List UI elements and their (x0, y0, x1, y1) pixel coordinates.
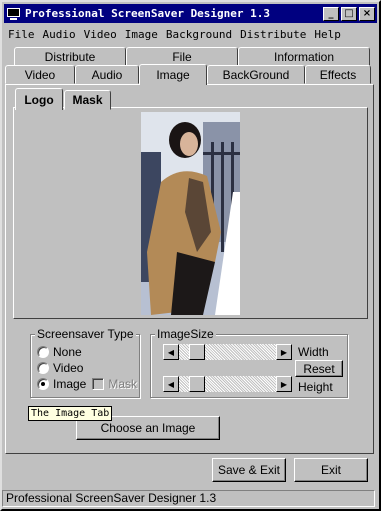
maximize-icon: □ (344, 8, 354, 19)
save-exit-button[interactable]: Save & Exit (212, 458, 286, 482)
height-left-arrow-icon[interactable]: ◀ (163, 376, 179, 392)
screensaver-type-title: Screensaver Type (35, 327, 136, 341)
menu-distribute[interactable]: Distribute (236, 28, 310, 41)
menu-image[interactable]: Image (121, 28, 162, 41)
tab-video[interactable]: Video (5, 65, 75, 84)
menu-bar: File Audio Video Image Background Distri… (4, 25, 377, 43)
width-scroll-track[interactable] (179, 344, 276, 360)
tab-image[interactable]: Image (139, 64, 207, 85)
width-left-arrow-icon[interactable]: ◀ (163, 344, 179, 360)
height-scroll-thumb[interactable] (189, 376, 205, 392)
logo-image-preview (141, 112, 240, 315)
tab-distribute[interactable]: Distribute (14, 47, 126, 66)
mask-checkbox-label: Mask (108, 377, 138, 391)
radio-image-dot[interactable] (37, 378, 49, 390)
title-bar[interactable]: Professional ScreenSaver Designer 1.3 _ … (4, 4, 377, 23)
menu-background[interactable]: Background (162, 28, 236, 41)
subtab-mask[interactable]: Mask (64, 90, 111, 110)
status-bar: Professional ScreenSaver Designer 1.3 (2, 490, 375, 507)
minimize-button[interactable]: _ (323, 6, 339, 21)
tooltip: The Image Tab (28, 406, 113, 421)
close-button[interactable]: × (359, 6, 375, 21)
menu-file[interactable]: File (4, 28, 39, 41)
monitor-icon[interactable] (6, 7, 22, 21)
height-scrollbar[interactable]: ◀ ▶ (163, 376, 292, 392)
width-right-arrow-icon[interactable]: ▶ (276, 344, 292, 360)
radio-image[interactable]: Image Mask (37, 377, 137, 391)
tab-audio[interactable]: Audio (75, 65, 139, 84)
menu-audio[interactable]: Audio (39, 28, 80, 41)
logo-image (141, 112, 240, 315)
radio-none-dot[interactable] (37, 346, 49, 358)
height-label: Height (298, 380, 333, 394)
radio-video[interactable]: Video (37, 361, 83, 375)
radio-video-label: Video (53, 361, 84, 375)
radio-image-label: Image (53, 377, 87, 391)
radio-none[interactable]: None (37, 345, 82, 359)
width-scroll-thumb[interactable] (189, 344, 205, 360)
menu-video[interactable]: Video (80, 28, 121, 41)
exit-button[interactable]: Exit (294, 458, 368, 482)
menu-help[interactable]: Help (310, 28, 345, 41)
radio-video-dot[interactable] (37, 362, 49, 374)
width-scrollbar[interactable]: ◀ ▶ (163, 344, 292, 360)
tab-information[interactable]: Information (238, 47, 370, 66)
close-icon: × (362, 8, 372, 19)
mask-checkbox[interactable] (92, 378, 105, 390)
tab-effects[interactable]: Effects (305, 65, 371, 84)
image-size-title: ImageSize (155, 327, 216, 341)
width-label: Width (298, 345, 329, 359)
height-right-arrow-icon[interactable]: ▶ (276, 376, 292, 392)
window-title: Professional ScreenSaver Designer 1.3 (25, 7, 271, 20)
radio-none-label: None (53, 345, 82, 359)
maximize-button[interactable]: □ (341, 6, 357, 21)
subtab-logo[interactable]: Logo (15, 88, 63, 110)
height-scroll-track[interactable] (179, 376, 276, 392)
tab-background[interactable]: BackGround (207, 65, 305, 84)
reset-button[interactable]: Reset (295, 360, 343, 377)
minimize-icon: _ (328, 8, 334, 19)
